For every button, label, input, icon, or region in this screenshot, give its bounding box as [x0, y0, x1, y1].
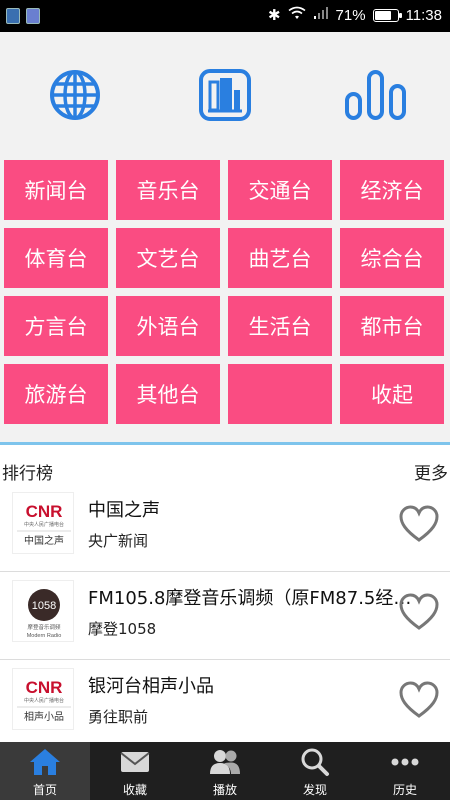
station-subtitle: 勇往职前 [88, 708, 149, 726]
nav-home[interactable]: 首页 [0, 742, 90, 800]
svg-text:1058: 1058 [32, 600, 56, 612]
category-sports[interactable]: 体育台 [4, 228, 108, 288]
battery-percent: 71% [335, 6, 366, 24]
svg-text:摩登音乐调频: 摩登音乐调频 [27, 623, 61, 631]
station-logo: CNR 中央人民广播电台 相声小品 [12, 668, 74, 730]
category-dialect[interactable]: 方言台 [4, 296, 108, 356]
category-general[interactable]: 综合台 [340, 228, 444, 288]
nav-label: 历史 [392, 783, 417, 797]
heart-icon[interactable] [398, 592, 440, 632]
top-section: 新闻台 音乐台 交通台 经济台 体育台 文艺台 曲艺台 综合台 方言台 外语台 … [0, 32, 450, 442]
bar-stats-icon[interactable] [344, 68, 408, 122]
svg-text:中央人民广播电台: 中央人民广播电台 [24, 697, 64, 704]
category-news[interactable]: 新闻台 [4, 160, 108, 220]
nav-favorites[interactable]: 收藏 [90, 742, 180, 800]
nav-label: 发现 [302, 783, 327, 797]
ranking-header: 排行榜 更多 [0, 455, 450, 485]
nav-discover[interactable]: 发现 [270, 742, 360, 800]
list-item[interactable]: 1058 摩登音乐调频 Modern Radio FM105.8摩登音乐调频（原… [0, 572, 450, 660]
heart-icon[interactable] [398, 680, 440, 720]
category-empty [228, 364, 332, 424]
station-subtitle: 央广新闻 [88, 532, 149, 550]
nav-history[interactable]: 历史 [360, 742, 450, 800]
bottom-nav: 首页 收藏 播放 发现 历史 [0, 742, 450, 800]
nav-label: 首页 [32, 783, 57, 797]
collapse-button[interactable]: 收起 [340, 364, 444, 424]
people-icon [208, 747, 242, 777]
category-foreign-language[interactable]: 外语台 [116, 296, 220, 356]
svg-text:中国之声: 中国之声 [24, 534, 64, 547]
more-dots-icon [388, 747, 422, 777]
svg-text:CNR: CNR [26, 678, 63, 697]
envelope-icon [118, 747, 152, 777]
status-indicators: ✱ 71% 11:38 [267, 6, 442, 25]
svg-text:CNR: CNR [26, 502, 63, 521]
section-divider [0, 442, 450, 445]
station-logo: 1058 摩登音乐调频 Modern Radio [12, 580, 74, 642]
category-music[interactable]: 音乐台 [116, 160, 220, 220]
app-notification-icon [6, 8, 20, 24]
clock: 11:38 [405, 6, 442, 24]
station-title: 中国之声 [88, 500, 160, 521]
ranking-title: 排行榜 [2, 464, 53, 484]
category-traffic[interactable]: 交通台 [228, 160, 332, 220]
battery-icon [372, 8, 402, 22]
category-grid: 新闻台 音乐台 交通台 经济台 体育台 文艺台 曲艺台 综合台 方言台 外语台 … [4, 160, 446, 424]
category-other[interactable]: 其他台 [116, 364, 220, 424]
more-link[interactable]: 更多 [414, 459, 448, 484]
list-item[interactable]: CNR 中央人民广播电台 中国之声 中国之声 央广新闻 [0, 484, 450, 572]
category-urban[interactable]: 都市台 [340, 296, 444, 356]
notification-icons [6, 8, 40, 24]
list-item[interactable]: CNR 中央人民广播电台 相声小品 银河台相声小品 勇往职前 [0, 660, 450, 744]
svg-text:中央人民广播电台: 中央人民广播电台 [24, 521, 64, 528]
nav-label: 收藏 [122, 783, 147, 797]
status-bar: ✱ 71% 11:38 [0, 0, 450, 32]
signal-icon [313, 6, 329, 24]
station-subtitle: 摩登1058 [88, 620, 157, 638]
bluetooth-icon: ✱ [267, 7, 281, 24]
nav-label: 播放 [212, 783, 237, 797]
category-economy[interactable]: 经济台 [340, 160, 444, 220]
globe-icon[interactable] [48, 68, 102, 122]
svg-text:相声小品: 相声小品 [24, 710, 64, 723]
svg-text:Modern Radio: Modern Radio [27, 633, 62, 639]
category-travel[interactable]: 旅游台 [4, 364, 108, 424]
station-title: FM105.8摩登音乐调频（原FM87.5经典… [88, 588, 428, 609]
nav-play[interactable]: 播放 [180, 742, 270, 800]
category-lifestyle[interactable]: 生活台 [228, 296, 332, 356]
station-logo: CNR 中央人民广播电台 中国之声 [12, 492, 74, 554]
category-folk-art[interactable]: 曲艺台 [228, 228, 332, 288]
heart-icon[interactable] [398, 504, 440, 544]
category-arts[interactable]: 文艺台 [116, 228, 220, 288]
city-building-icon[interactable] [198, 68, 252, 122]
home-icon [28, 747, 62, 777]
wifi-icon [288, 6, 306, 24]
feature-icons-row [0, 32, 450, 157]
search-icon [298, 747, 332, 777]
station-title: 银河台相声小品 [88, 676, 214, 697]
app-notification-icon-2 [26, 8, 40, 24]
